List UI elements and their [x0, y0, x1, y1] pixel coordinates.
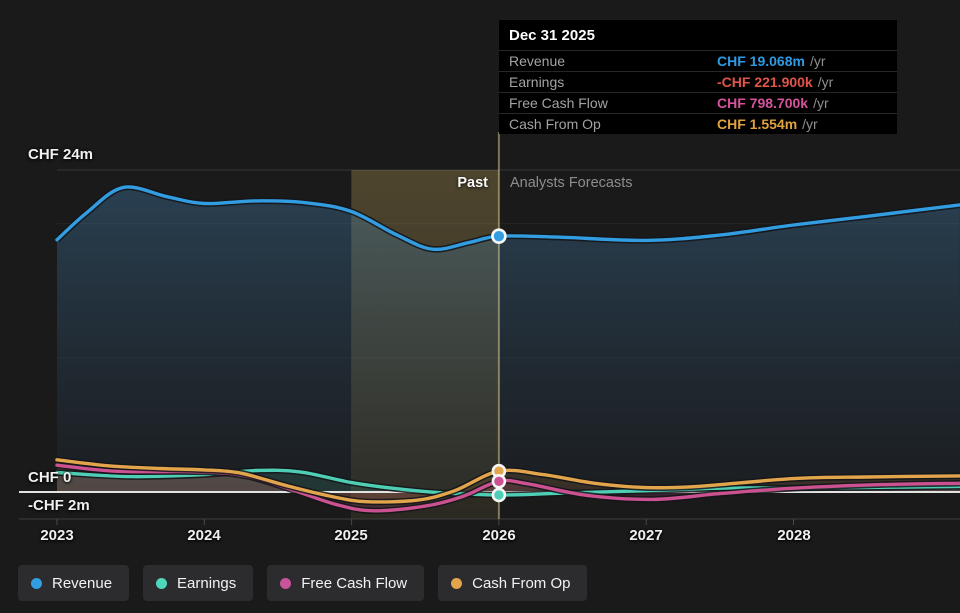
tooltip-row-earnings: Earnings -CHF 221.900k /yr	[499, 71, 897, 92]
x-axis-label-2025: 2025	[334, 527, 367, 544]
marker-free-cash-flow	[493, 475, 505, 487]
y-axis-label-0: CHF 0	[28, 469, 71, 486]
tooltip-row-value: CHF 19.068m	[717, 53, 805, 69]
legend-item-free-cash-flow[interactable]: Free Cash Flow	[267, 565, 424, 601]
tooltip-row-revenue: Revenue CHF 19.068m /yr	[499, 50, 897, 71]
x-axis-label-2028: 2028	[777, 527, 810, 544]
marker-earnings	[493, 489, 505, 501]
tooltip-row-suffix: /yr	[810, 53, 826, 69]
forecast-zone-label: Analysts Forecasts	[510, 175, 633, 191]
tooltip-row-value: CHF 798.700k	[717, 95, 808, 111]
tooltip-row-value: CHF 1.554m	[717, 116, 797, 132]
x-axis-label-2026: 2026	[482, 527, 515, 544]
tooltip-row-free-cash-flow: Free Cash Flow CHF 798.700k /yr	[499, 92, 897, 113]
legend-item-revenue[interactable]: Revenue	[18, 565, 129, 601]
tooltip-row-label: Revenue	[509, 53, 717, 69]
tooltip-row-label: Free Cash Flow	[509, 95, 717, 111]
legend-item-cash-from-op[interactable]: Cash From Op	[438, 565, 587, 601]
tooltip: Dec 31 2025 Revenue CHF 19.068m /yr Earn…	[499, 20, 897, 134]
tooltip-row-suffix: /yr	[802, 116, 818, 132]
chart-legend: Revenue Earnings Free Cash Flow Cash Fro…	[18, 565, 587, 601]
y-axis-label-neg2m: -CHF 2m	[28, 497, 90, 514]
x-axis-label-2027: 2027	[629, 527, 662, 544]
tooltip-row-suffix: /yr	[818, 74, 834, 90]
legend-item-label: Revenue	[52, 575, 112, 592]
legend-item-label: Free Cash Flow	[301, 575, 407, 592]
tooltip-row-label: Cash From Op	[509, 116, 717, 132]
legend-dot-icon	[156, 578, 167, 589]
y-axis-label-24m: CHF 24m	[28, 146, 93, 163]
legend-dot-icon	[451, 578, 462, 589]
marker-revenue	[492, 230, 505, 243]
x-axis-label-2023: 2023	[40, 527, 73, 544]
tooltip-row-value: -CHF 221.900k	[717, 74, 813, 90]
x-axis-label-2024: 2024	[187, 527, 220, 544]
past-zone-label: Past	[388, 175, 488, 191]
legend-item-earnings[interactable]: Earnings	[143, 565, 253, 601]
legend-dot-icon	[280, 578, 291, 589]
tooltip-date: Dec 31 2025	[499, 20, 897, 50]
legend-dot-icon	[31, 578, 42, 589]
legend-item-label: Cash From Op	[472, 575, 570, 592]
tooltip-row-suffix: /yr	[813, 95, 829, 111]
legend-item-label: Earnings	[177, 575, 236, 592]
financials-chart-panel: CHF 24m CHF 0 -CHF 2m Past Analysts Fore…	[0, 0, 960, 613]
tooltip-row-label: Earnings	[509, 74, 717, 90]
tooltip-row-cash-from-op: Cash From Op CHF 1.554m /yr	[499, 113, 897, 134]
